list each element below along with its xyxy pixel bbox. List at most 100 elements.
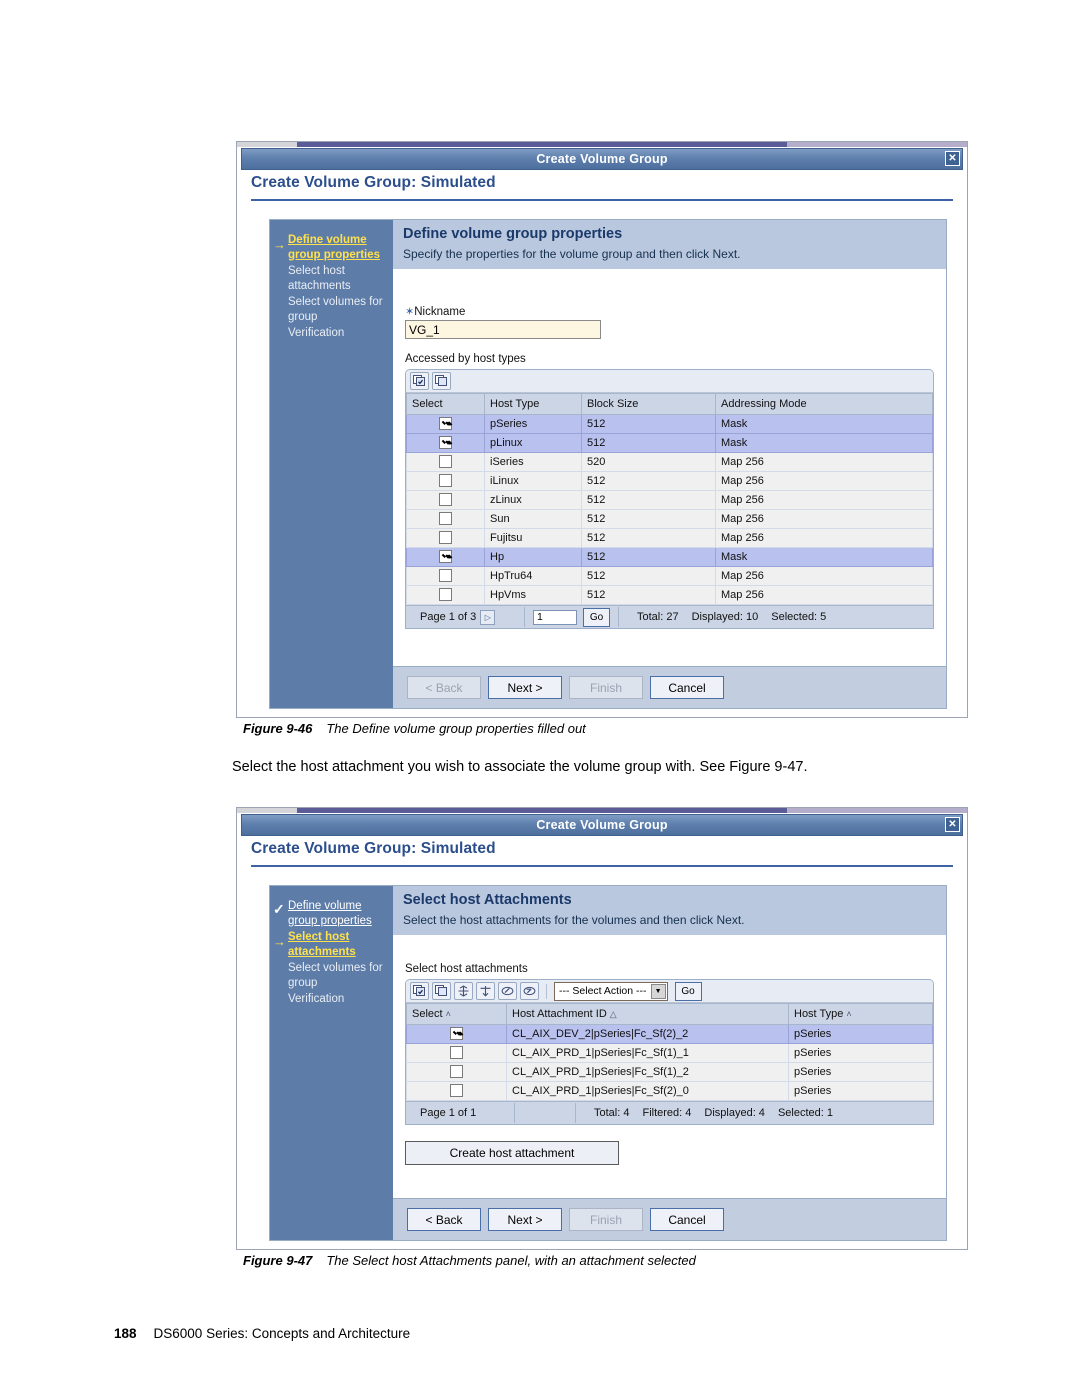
- deselect-all-icon[interactable]: [432, 372, 451, 390]
- row-checkbox[interactable]: [450, 1083, 463, 1097]
- nav-step-select-volumes[interactable]: Select volumes for group: [270, 960, 393, 991]
- column-header-host-type[interactable]: Host Type ˄: [788, 1003, 933, 1025]
- sort-indicator-icon: ˄: [445, 1009, 451, 1019]
- close-icon[interactable]: ✕: [945, 817, 960, 832]
- row-select-cell[interactable]: [406, 585, 485, 605]
- row-select-cell[interactable]: [406, 1024, 507, 1044]
- sort-indicator-icon: △: [609, 1009, 617, 1019]
- row-select-cell[interactable]: [406, 433, 485, 453]
- table-row[interactable]: CL_AIX_PRD_1|pSeries|Fc_Sf(1)_1 pSeries: [406, 1043, 933, 1063]
- nav-step-select-host-attachments[interactable]: → Select host attachments: [270, 929, 393, 960]
- go-button-1[interactable]: Go: [583, 607, 610, 627]
- select-all-icon[interactable]: [410, 372, 429, 390]
- nav-step-label: Verification: [288, 993, 345, 1005]
- row-select-cell[interactable]: [406, 528, 485, 548]
- row-checkbox[interactable]: [450, 1026, 463, 1040]
- filtered-count-2: Filtered: 4: [642, 1107, 692, 1119]
- table-row[interactable]: CL_AIX_PRD_1|pSeries|Fc_Sf(2)_0 pSeries: [406, 1081, 933, 1101]
- table-footer-2: Page 1 of 1 Total: 4 Filtered: 4 Display…: [406, 1101, 933, 1124]
- table-row[interactable]: iSeries 520 Map 256: [406, 452, 933, 472]
- collapse-all-icon[interactable]: [476, 982, 495, 1000]
- table-row[interactable]: HpTru64 512 Map 256: [406, 566, 933, 586]
- cell-block-size: 520: [581, 452, 716, 472]
- clear-sort-icon[interactable]: [520, 982, 539, 1000]
- select-all-icon[interactable]: [410, 982, 429, 1000]
- wizard-body-2: ✓ Define volume group properties → Selec…: [269, 885, 947, 1241]
- row-select-cell[interactable]: [406, 452, 485, 472]
- wizard-buttons-2: < Back Next > Finish Cancel: [393, 1198, 946, 1240]
- table-row[interactable]: CL_AIX_PRD_1|pSeries|Fc_Sf(1)_2 pSeries: [406, 1062, 933, 1082]
- row-checkbox[interactable]: [439, 568, 452, 582]
- displayed-count-2: Displayed: 4: [704, 1107, 765, 1119]
- section-title-2: Select host Attachments: [403, 892, 572, 908]
- row-checkbox[interactable]: [439, 587, 452, 601]
- row-select-cell[interactable]: [406, 566, 485, 586]
- row-checkbox[interactable]: [439, 549, 452, 563]
- nav-step-label: Select volumes for group: [288, 962, 383, 989]
- cell-host-type: Sun: [484, 509, 582, 529]
- row-checkbox[interactable]: [439, 511, 452, 525]
- table-row[interactable]: Hp 512 Mask: [406, 547, 933, 567]
- body-paragraph: Select the host attachment you wish to a…: [232, 759, 808, 775]
- table-row[interactable]: pLinux 512 Mask: [406, 433, 933, 453]
- table-row[interactable]: iLinux 512 Map 256: [406, 471, 933, 491]
- row-select-cell[interactable]: [406, 1081, 507, 1101]
- row-checkbox[interactable]: [450, 1064, 463, 1078]
- create-host-attachment-button[interactable]: Create host attachment: [405, 1141, 619, 1165]
- row-checkbox[interactable]: [450, 1045, 463, 1059]
- next-button[interactable]: Next >: [488, 676, 562, 699]
- row-checkbox[interactable]: [439, 416, 452, 430]
- deselect-all-icon[interactable]: [432, 982, 451, 1000]
- nav-step-select-host-attachments[interactable]: Select host attachments: [270, 263, 393, 294]
- row-select-cell[interactable]: [406, 471, 485, 491]
- nav-step-verification[interactable]: Verification: [270, 325, 393, 342]
- nav-step-label: Select host attachments: [288, 265, 351, 292]
- row-select-cell[interactable]: [406, 414, 485, 434]
- row-checkbox[interactable]: [439, 454, 452, 468]
- row-select-cell[interactable]: [406, 509, 485, 529]
- row-checkbox[interactable]: [439, 435, 452, 449]
- next-page-icon[interactable]: ▷: [480, 609, 496, 625]
- section-header-2: Select host Attachments Select the host …: [393, 886, 946, 935]
- table-row[interactable]: zLinux 512 Map 256: [406, 490, 933, 510]
- window-titlebar-1: Create Volume Group ✕: [241, 148, 963, 170]
- nav-step-define-properties[interactable]: → Define volume group properties: [270, 232, 393, 263]
- cell-addressing-mode: Map 256: [715, 566, 933, 586]
- nav-step-define-properties[interactable]: ✓ Define volume group properties: [270, 898, 393, 929]
- column-header-select[interactable]: Select ˄: [406, 1003, 507, 1025]
- cancel-button[interactable]: Cancel: [650, 676, 724, 699]
- table-row[interactable]: CL_AIX_DEV_2|pSeries|Fc_Sf(2)_2 pSeries: [406, 1024, 933, 1044]
- row-checkbox[interactable]: [439, 492, 452, 506]
- page-number-input[interactable]: [533, 609, 577, 625]
- table-row[interactable]: pSeries 512 Mask: [406, 414, 933, 434]
- column-header-host-attachment-id[interactable]: Host Attachment ID △: [506, 1003, 789, 1025]
- close-icon[interactable]: ✕: [945, 151, 960, 166]
- row-select-cell[interactable]: [406, 1043, 507, 1063]
- nav-step-select-volumes[interactable]: Select volumes for group: [270, 294, 393, 325]
- edit-sort-icon[interactable]: [498, 982, 517, 1000]
- back-button[interactable]: < Back: [407, 1208, 481, 1231]
- row-select-cell[interactable]: [406, 1062, 507, 1082]
- cancel-button[interactable]: Cancel: [650, 1208, 724, 1231]
- cell-addressing-mode: Map 256: [715, 471, 933, 491]
- cell-block-size: 512: [581, 509, 716, 529]
- expand-all-icon[interactable]: [454, 982, 473, 1000]
- column-header-host-type[interactable]: Host Type: [484, 393, 582, 415]
- row-checkbox[interactable]: [439, 530, 452, 544]
- nav-step-verification[interactable]: Verification: [270, 991, 393, 1008]
- nickname-input[interactable]: [405, 320, 601, 339]
- page-title-1: Create Volume Group: Simulated: [251, 174, 496, 191]
- column-header-block-size[interactable]: Block Size: [581, 393, 716, 415]
- column-header-select[interactable]: Select: [406, 393, 485, 415]
- row-select-cell[interactable]: [406, 547, 485, 567]
- row-select-cell[interactable]: [406, 490, 485, 510]
- row-checkbox[interactable]: [439, 473, 452, 487]
- next-button[interactable]: Next >: [488, 1208, 562, 1231]
- action-go-button[interactable]: Go: [674, 981, 702, 1001]
- select-action-dropdown[interactable]: --- Select Action --- ▼: [554, 981, 668, 1001]
- column-header-addressing-mode[interactable]: Addressing Mode: [715, 393, 933, 415]
- table-row[interactable]: HpVms 512 Map 256: [406, 585, 933, 605]
- cell-host-type: iLinux: [484, 471, 582, 491]
- table-row[interactable]: Fujitsu 512 Map 256: [406, 528, 933, 548]
- table-row[interactable]: Sun 512 Map 256: [406, 509, 933, 529]
